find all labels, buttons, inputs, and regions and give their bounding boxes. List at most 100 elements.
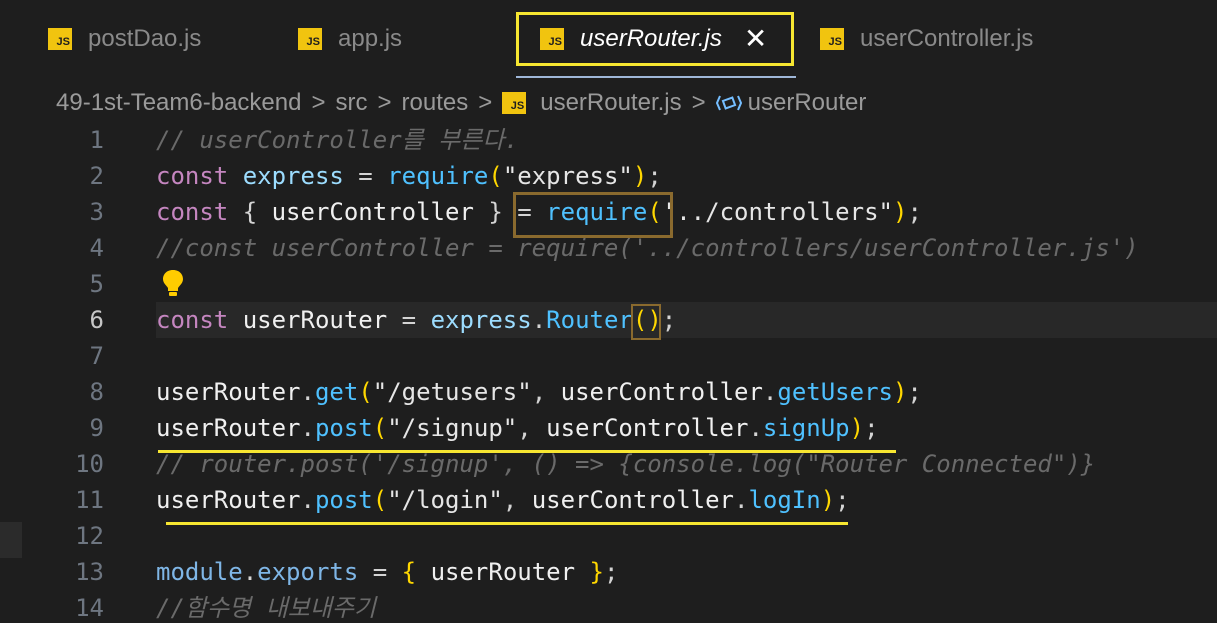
line-number: 10 bbox=[75, 450, 104, 478]
code-token: // userController를 부른다. bbox=[156, 126, 519, 154]
code-text: userRouter.post("/login", userController… bbox=[156, 482, 850, 518]
code-token: . bbox=[300, 414, 315, 442]
code-token: ) bbox=[892, 198, 908, 226]
code-token: const bbox=[156, 198, 243, 226]
tab-label: userController.js bbox=[860, 25, 1034, 52]
code-line[interactable]: 14 //함수명 내보내주기 bbox=[0, 590, 1217, 623]
bracket-match-box bbox=[631, 304, 661, 340]
breadcrumb-item-project[interactable]: 49-1st-Team6-backend bbox=[56, 89, 301, 117]
code-token: . bbox=[762, 378, 778, 406]
code-text: //함수명 내보내주기 bbox=[156, 590, 376, 623]
code-text: userRouter.get("/getusers", userControll… bbox=[156, 374, 922, 410]
js-file-icon: JS bbox=[502, 92, 527, 114]
code-text: const express = require("express"); bbox=[156, 158, 662, 194]
code-token: { bbox=[242, 198, 272, 226]
code-token: ) bbox=[849, 414, 865, 442]
code-token: //const userController = require('../con… bbox=[156, 234, 1139, 262]
code-line[interactable]: 13 module.exports = { userRouter }; bbox=[0, 554, 1217, 590]
code-token: ../controllers" bbox=[676, 198, 893, 226]
code-text: userRouter.post("/signup", userControlle… bbox=[156, 410, 879, 446]
code-token: ( bbox=[358, 378, 373, 406]
code-text: module.exports = { userRouter }; bbox=[156, 554, 618, 590]
js-file-icon: JS bbox=[820, 28, 844, 50]
code-token: userController bbox=[531, 486, 734, 514]
code-line[interactable]: 2 const express = require("express"); bbox=[0, 158, 1217, 194]
line-number: 11 bbox=[75, 486, 104, 514]
breadcrumb-item-src[interactable]: src bbox=[335, 89, 367, 117]
code-token: userRouter bbox=[156, 414, 301, 442]
code-token: ( bbox=[372, 486, 388, 514]
chevron-right-icon: > bbox=[691, 89, 706, 116]
code-token: , bbox=[531, 378, 561, 406]
code-token: "/getusers" bbox=[372, 378, 532, 406]
code-token: userRouter bbox=[430, 558, 576, 586]
code-line[interactable]: 9 userRouter.post("/signup", userControll… bbox=[0, 410, 1217, 446]
variable-symbol-icon bbox=[715, 95, 742, 111]
code-text: const userRouter = express.Router(); bbox=[156, 302, 676, 338]
tab-usercontroller[interactable]: JS userController.js bbox=[820, 12, 1033, 66]
code-line[interactable]: 1 // userController를 부른다. bbox=[0, 122, 1217, 158]
tab-label: app.js bbox=[338, 25, 403, 52]
line-number: 2 bbox=[89, 162, 104, 190]
code-token: . bbox=[531, 306, 547, 334]
chevron-right-icon: > bbox=[478, 89, 493, 116]
line-number: 12 bbox=[75, 522, 104, 550]
code-token: = bbox=[358, 558, 402, 586]
line-number: 14 bbox=[75, 594, 104, 622]
tab-highlight-box bbox=[516, 12, 794, 66]
breadcrumb-item-routes[interactable]: routes bbox=[402, 89, 469, 117]
js-file-icon: JS bbox=[48, 28, 72, 50]
gutter-marker bbox=[0, 522, 22, 558]
code-token: module bbox=[156, 558, 243, 586]
code-token: . bbox=[748, 414, 763, 442]
code-line[interactable]: 8 userRouter.get("/getusers", userControl… bbox=[0, 374, 1217, 410]
code-token: ; bbox=[864, 414, 879, 442]
annotation-underline-signup bbox=[158, 450, 896, 453]
code-token: exports bbox=[257, 558, 359, 586]
chevron-right-icon: > bbox=[377, 89, 392, 116]
code-token: . bbox=[242, 558, 258, 586]
line-number: 6 bbox=[89, 306, 104, 334]
tab-bar: JS postDao.js JS app.js JS userRouter.js… bbox=[0, 0, 1217, 80]
code-token: ) bbox=[632, 162, 648, 190]
breadcrumb-item-symbol[interactable]: userRouter bbox=[748, 89, 867, 117]
code-token: ) bbox=[820, 486, 836, 514]
code-token: getUsers bbox=[777, 378, 893, 406]
code-token: = bbox=[343, 162, 388, 190]
code-token: "/login" bbox=[387, 486, 503, 514]
code-token: ; bbox=[647, 162, 662, 190]
code-line[interactable]: 6 const userRouter = express.Router(); bbox=[0, 302, 1217, 338]
code-token: express bbox=[242, 162, 344, 190]
tab-postdao[interactable]: JS postDao.js bbox=[48, 12, 201, 66]
code-token: // router.post('/signup', () => {console… bbox=[156, 450, 1096, 478]
code-token: Router bbox=[546, 306, 633, 334]
code-token: } bbox=[575, 558, 604, 586]
line-number: 5 bbox=[89, 270, 104, 298]
code-token: get bbox=[314, 378, 359, 406]
line-number: 8 bbox=[89, 378, 104, 406]
code-token: userRouter bbox=[156, 378, 301, 406]
editor-window: JS postDao.js JS app.js JS userRouter.js… bbox=[0, 0, 1217, 623]
breadcrumb: 49-1st-Team6-backend > src > routes > JS… bbox=[56, 86, 866, 120]
code-token: userRouter bbox=[156, 486, 301, 514]
code-token: , bbox=[502, 486, 532, 514]
tab-app[interactable]: JS app.js bbox=[298, 12, 402, 66]
code-text: // userController를 부른다. bbox=[156, 122, 519, 158]
breadcrumb-item-file[interactable]: userRouter.js bbox=[540, 89, 681, 117]
code-token: ) bbox=[892, 378, 908, 406]
code-line[interactable]: 11 userRouter.post("/login", userControll… bbox=[0, 482, 1217, 518]
lightbulb-icon[interactable] bbox=[160, 268, 186, 298]
code-token: post bbox=[314, 486, 373, 514]
code-token: = bbox=[387, 306, 431, 334]
code-token: , bbox=[517, 414, 547, 442]
code-token: userController bbox=[271, 198, 474, 226]
line-number: 4 bbox=[89, 234, 104, 262]
code-token: userController bbox=[546, 414, 749, 442]
code-line[interactable]: 7 bbox=[0, 338, 1217, 374]
code-token: const bbox=[156, 306, 243, 334]
code-token: . bbox=[300, 378, 315, 406]
code-token: } bbox=[473, 198, 518, 226]
code-token: //함수명 내보내주기 bbox=[156, 594, 376, 622]
chevron-right-icon: > bbox=[311, 89, 326, 116]
line-number: 3 bbox=[89, 198, 104, 226]
